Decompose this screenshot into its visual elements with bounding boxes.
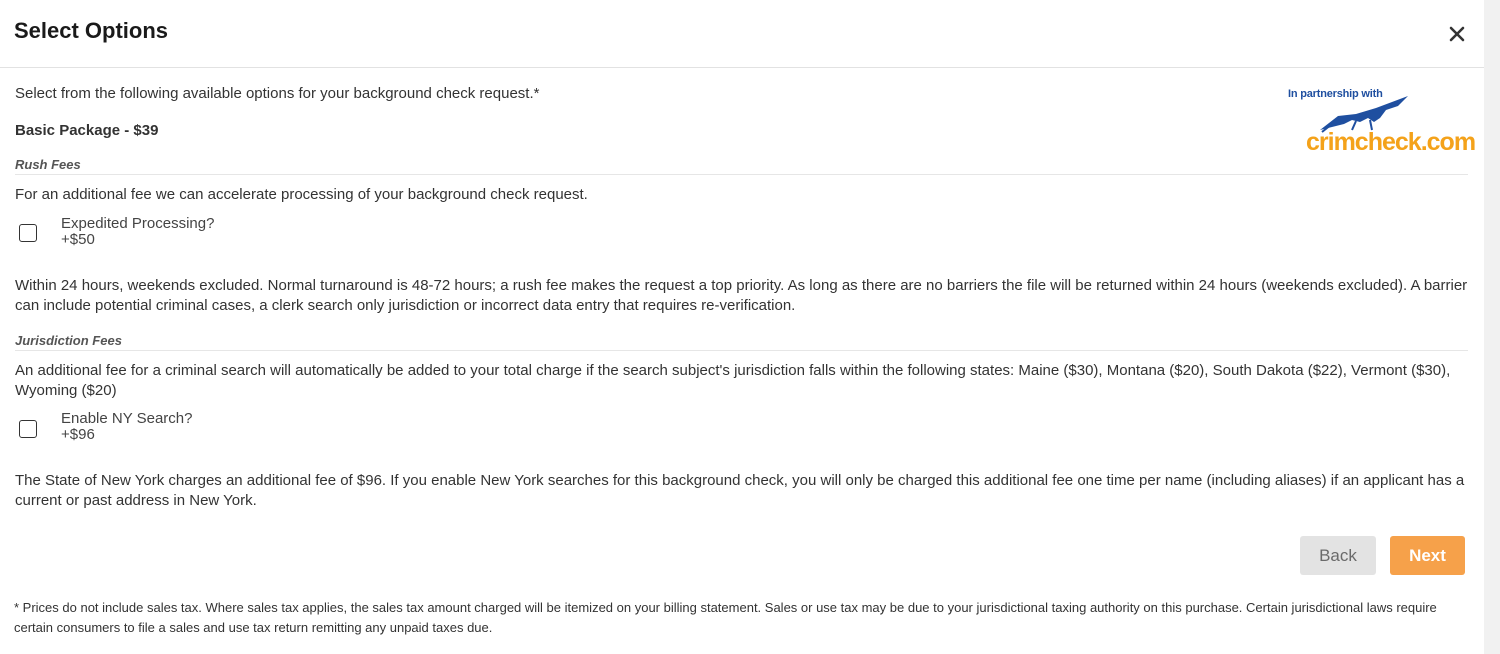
jurisdiction-fees-label: Jurisdiction Fees bbox=[15, 333, 122, 348]
close-icon bbox=[1449, 26, 1465, 42]
ny-search-details: The State of New York charges an additio… bbox=[15, 472, 1465, 509]
select-options-modal: Select Options Select from the following… bbox=[0, 0, 1484, 654]
rush-fees-details: Within 24 hours, weekends excluded. Norm… bbox=[15, 277, 1468, 314]
intro-text: Select from the following available opti… bbox=[15, 85, 540, 102]
modal-header: Select Options bbox=[0, 0, 1484, 68]
next-button[interactable]: Next bbox=[1390, 536, 1465, 575]
scrollbar[interactable] bbox=[1484, 0, 1500, 654]
rush-fees-divider bbox=[15, 174, 1468, 175]
enable-ny-search-price: +$96 bbox=[61, 426, 95, 443]
back-button[interactable]: Back bbox=[1300, 536, 1376, 575]
expedited-processing-label: Expedited Processing? bbox=[61, 215, 215, 232]
enable-ny-search-label: Enable NY Search? bbox=[61, 410, 193, 427]
sales-tax-footnote: * Prices do not include sales tax. Where… bbox=[14, 600, 1437, 635]
jurisdiction-fees-description: An additional fee for a criminal search … bbox=[15, 362, 1451, 399]
package-label: Basic Package - $39 bbox=[15, 122, 159, 139]
modal-title: Select Options bbox=[14, 18, 169, 43]
jurisdiction-fees-divider bbox=[15, 350, 1468, 351]
expedited-processing-checkbox[interactable] bbox=[19, 224, 37, 242]
logo-brand-text: crimcheck.com bbox=[1306, 128, 1476, 156]
rush-fees-label: Rush Fees bbox=[15, 157, 81, 172]
enable-ny-search-checkbox[interactable] bbox=[19, 420, 37, 438]
expedited-processing-price: +$50 bbox=[61, 231, 95, 248]
rush-fees-description: For an additional fee we can accelerate … bbox=[15, 186, 588, 203]
crimcheck-logo: In partnership with crimcheck.com bbox=[1286, 86, 1476, 162]
close-button[interactable] bbox=[1443, 20, 1471, 48]
